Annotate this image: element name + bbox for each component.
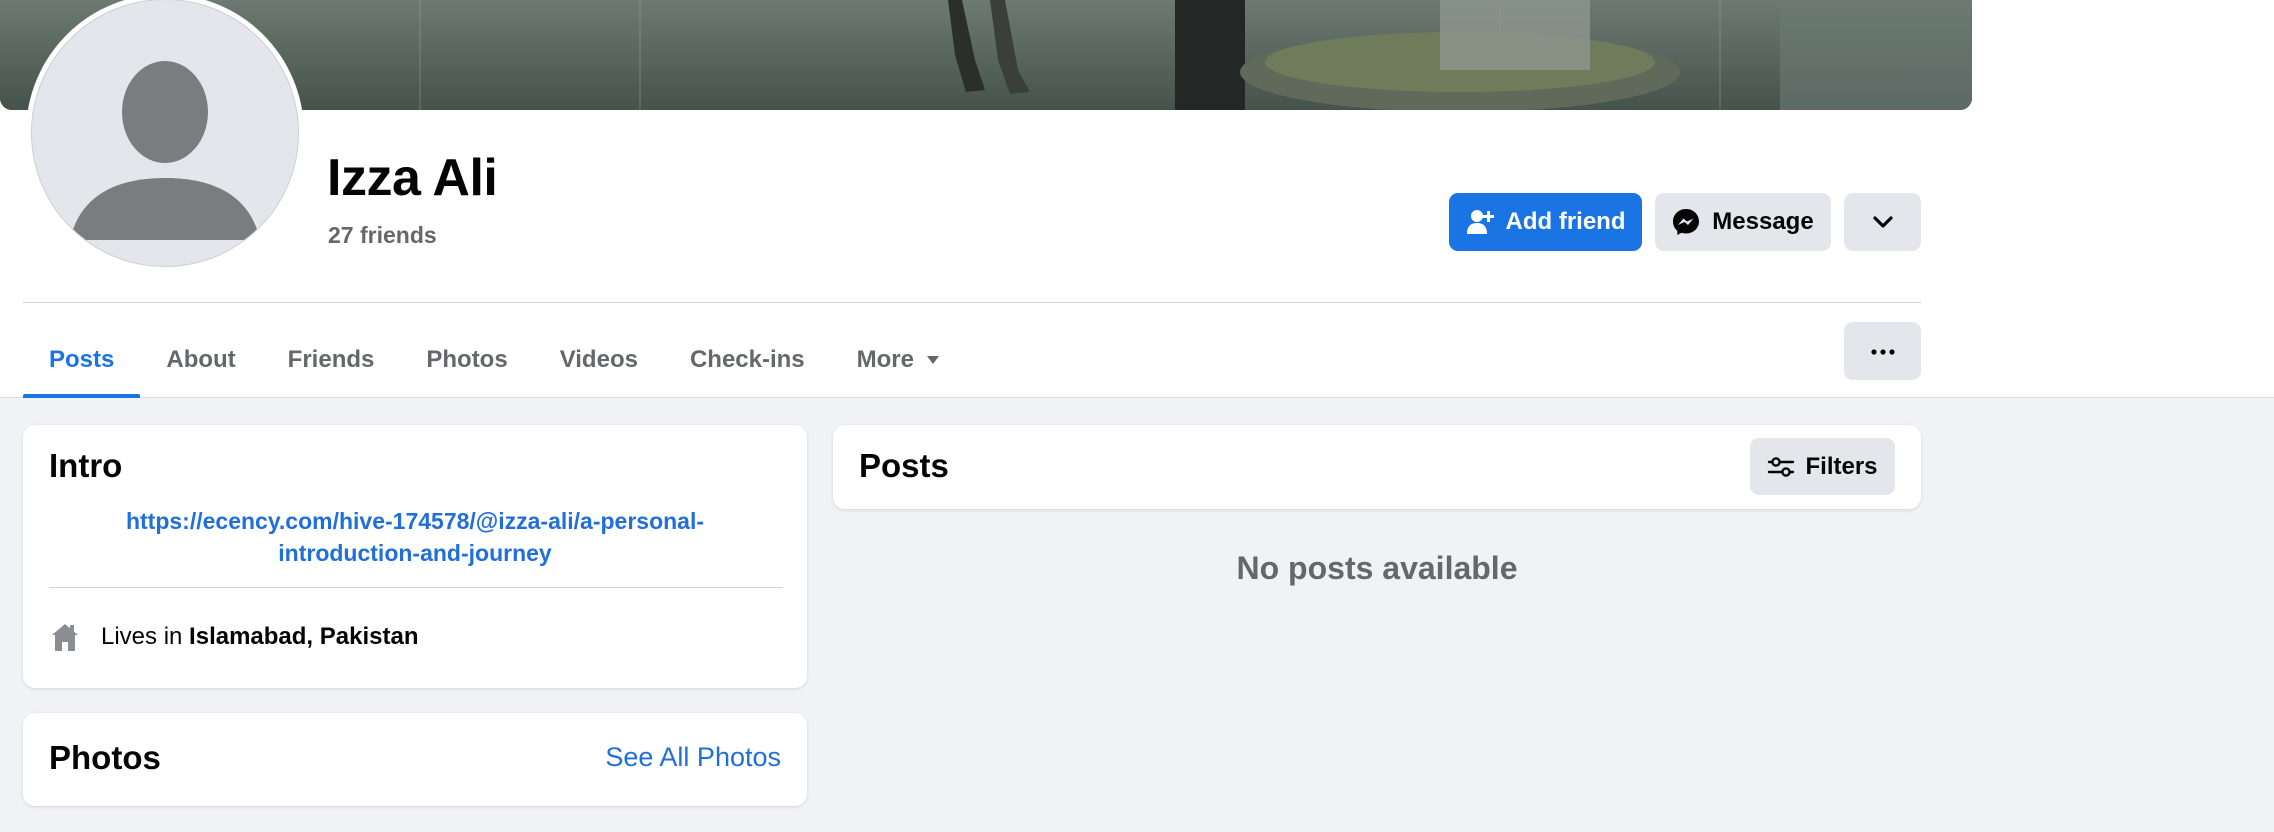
intro-title: Intro: [49, 447, 123, 484]
intro-website-link[interactable]: https://ecency.com/hive-174578/@izza-ali…: [73, 505, 757, 569]
intro-card: Intro https://ecency.com/hive-174578/@iz…: [23, 425, 807, 688]
add-friend-label: Add friend: [1505, 208, 1626, 235]
person-plus-icon: [1466, 208, 1494, 236]
message-label: Message: [1712, 208, 1814, 235]
profile-header: Izza Ali 27 friends Add friend Message P…: [0, 0, 2274, 398]
more-options-button[interactable]: [1844, 322, 1921, 380]
posts-card: Posts Filters: [833, 425, 1921, 509]
intro-divider: [49, 587, 783, 588]
filters-label: Filters: [1805, 452, 1878, 480]
friends-count[interactable]: 27 friends: [328, 222, 437, 249]
tab-more[interactable]: More: [831, 322, 966, 398]
posts-title: Posts: [859, 447, 949, 484]
chevron-down-icon: [1872, 208, 1894, 236]
tab-label: Photos: [426, 346, 508, 373]
see-all-photos-link[interactable]: See All Photos: [605, 742, 781, 773]
lives-in-text: Lives in Islamabad, Pakistan: [101, 623, 419, 651]
tab-label: Check-ins: [689, 346, 805, 373]
tab-videos[interactable]: Videos: [534, 322, 664, 398]
sliders-icon: [1767, 455, 1795, 479]
profile-tabs: Posts About Friends Photos Videos Check-…: [23, 322, 966, 398]
lives-prefix: Lives in: [101, 623, 190, 650]
tab-label: Friends: [287, 346, 375, 373]
tab-friends[interactable]: Friends: [262, 322, 401, 398]
no-posts-message: No posts available: [1236, 550, 1518, 586]
header-divider: [23, 302, 1921, 303]
profile-options-dropdown[interactable]: [1844, 193, 1921, 251]
caret-down-icon: [926, 355, 940, 365]
tab-label: Videos: [559, 346, 638, 373]
tab-label: About: [166, 346, 236, 373]
home-icon: [49, 621, 81, 653]
lives-in-row: Lives in Islamabad, Pakistan: [49, 621, 419, 653]
avatar-placeholder: [31, 0, 299, 267]
photos-title: Photos: [49, 739, 161, 776]
messenger-icon: [1672, 208, 1700, 236]
profile-avatar[interactable]: [26, 0, 304, 272]
message-button[interactable]: Message: [1655, 193, 1831, 251]
tab-posts[interactable]: Posts: [23, 322, 141, 398]
intro-link-line: introduction-and-journey: [278, 540, 552, 566]
ellipsis-icon: [1870, 342, 1895, 360]
profile-name: Izza Ali: [327, 149, 498, 207]
photos-card: Photos See All Photos: [23, 713, 807, 806]
tab-check-ins[interactable]: Check-ins: [664, 322, 831, 398]
filters-button[interactable]: Filters: [1750, 438, 1895, 495]
default-avatar-icon: [70, 61, 260, 240]
tab-label: More: [856, 346, 914, 373]
tab-photos[interactable]: Photos: [400, 322, 533, 398]
intro-link-line: https://ecency.com/hive-174578/@izza-ali…: [125, 508, 705, 534]
tab-label: Posts: [49, 346, 115, 373]
tab-about[interactable]: About: [140, 322, 261, 398]
add-friend-button[interactable]: Add friend: [1449, 193, 1642, 251]
lives-city[interactable]: Islamabad, Pakistan: [189, 623, 418, 650]
